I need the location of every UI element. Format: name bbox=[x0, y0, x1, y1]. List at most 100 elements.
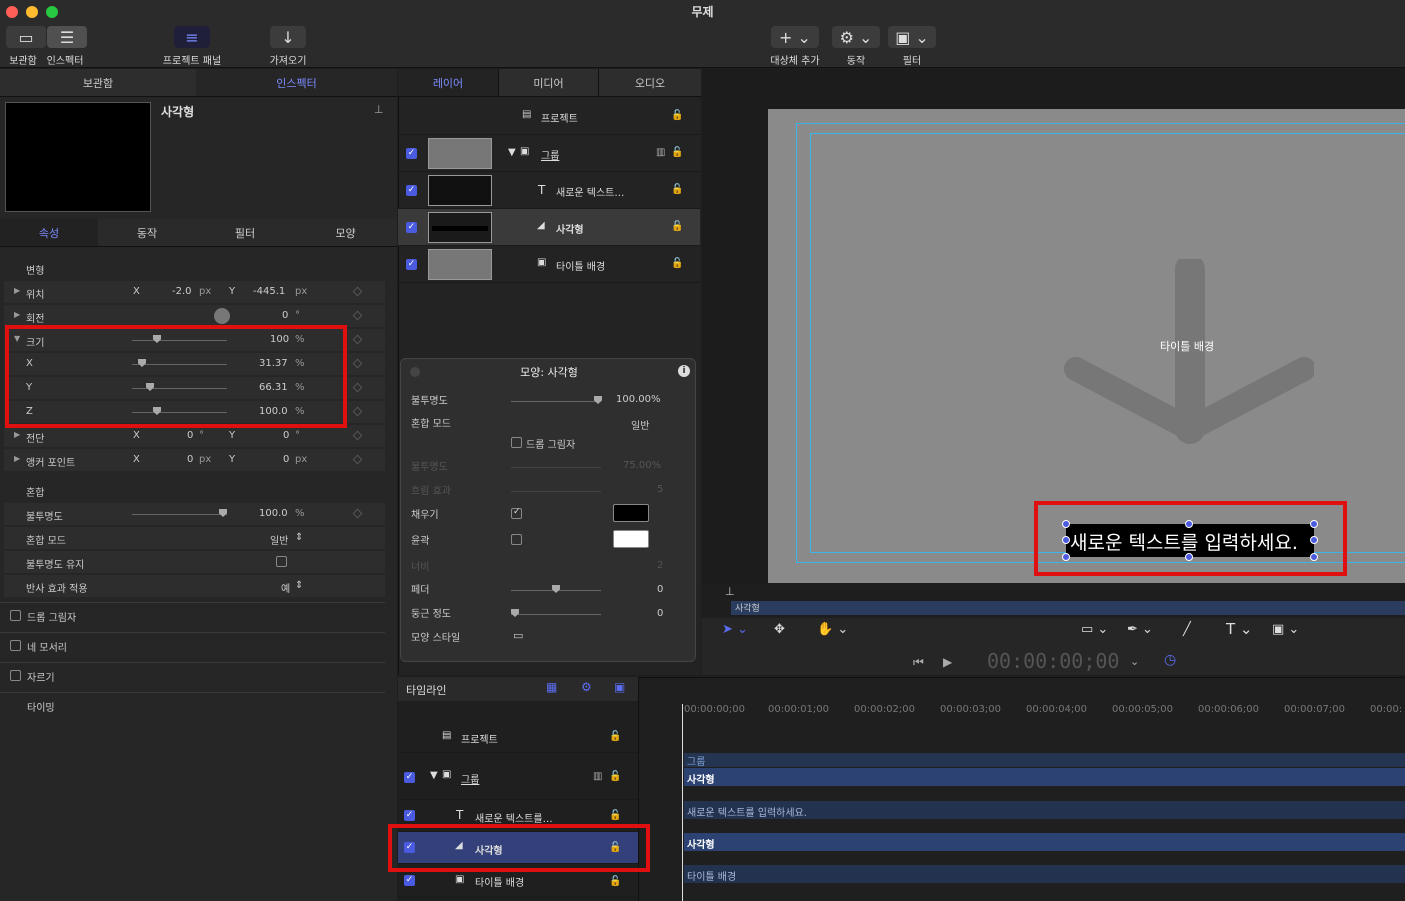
tab-filters[interactable]: 필터 bbox=[196, 219, 294, 246]
keyframe-icon[interactable] bbox=[352, 508, 363, 519]
mask-tool-icon[interactable]: ▣ ⌄ bbox=[1272, 622, 1299, 637]
crop-checkbox[interactable] bbox=[10, 670, 21, 681]
tab-layers[interactable]: 레이어 bbox=[398, 69, 498, 96]
hud-feather-thumb[interactable] bbox=[552, 585, 560, 593]
timeline-title-bg-checkbox[interactable]: ✓ bbox=[404, 875, 415, 886]
track-shape-bar[interactable]: 사각형 bbox=[684, 768, 1405, 786]
text-tool-icon[interactable]: T ⌄ bbox=[1226, 620, 1253, 638]
anchor-y-value[interactable]: 0 bbox=[283, 454, 289, 465]
lock-icon[interactable]: 🔓 bbox=[671, 184, 683, 195]
preserve-opacity-checkbox[interactable] bbox=[276, 556, 287, 567]
disclosure-icon[interactable]: ▼ bbox=[430, 770, 438, 781]
inspector-toggle-button[interactable]: ☰ bbox=[47, 26, 87, 48]
layer-shape[interactable]: ✓ ◢ 사각형 🔓 bbox=[398, 209, 700, 246]
hud-opacity-slider[interactable] bbox=[511, 401, 601, 402]
track-group-bar[interactable]: 그룹 bbox=[684, 753, 1405, 768]
playhead-icon[interactable]: ⊥ bbox=[725, 585, 735, 598]
hud-feather-value[interactable]: 0 bbox=[657, 584, 663, 595]
hand-tool-icon[interactable]: ✋ ⌄ bbox=[817, 622, 848, 637]
shear-y-value[interactable]: 0 bbox=[283, 430, 289, 441]
chevron-down-icon[interactable]: ⌄ bbox=[1130, 655, 1139, 668]
timeline-row-group[interactable]: ✓ ▼ ▣ 그룹 ▥ 🔓 bbox=[398, 760, 638, 800]
lock-icon[interactable]: 🔓 bbox=[671, 221, 683, 232]
rotation-value[interactable]: 0 bbox=[282, 310, 288, 321]
keyframe-icon[interactable] bbox=[352, 430, 363, 441]
keyframe-icon[interactable] bbox=[352, 286, 363, 297]
keyframe-icon[interactable] bbox=[352, 382, 363, 393]
lock-icon[interactable]: 🔓 bbox=[671, 258, 683, 269]
hud-shadow-opacity-slider[interactable] bbox=[511, 467, 601, 468]
track-text-bar[interactable]: 새로운 텍스트를 입력하세요. bbox=[684, 801, 1405, 819]
layer-text[interactable]: ✓ T 새로운 텍스트… 🔓 bbox=[398, 172, 700, 209]
shear-x-value[interactable]: 0 bbox=[187, 430, 193, 441]
tab-properties[interactable]: 속성 bbox=[0, 219, 98, 246]
hud-outline-swatch[interactable] bbox=[613, 530, 649, 548]
position-y-value[interactable]: -445.1 bbox=[253, 286, 285, 297]
disclosure-icon[interactable]: ▼ bbox=[508, 147, 516, 158]
tab-library[interactable]: 보관함 bbox=[0, 69, 196, 96]
go-to-start-icon[interactable]: ⏮ bbox=[913, 655, 924, 670]
disclosure-icon[interactable]: ▶ bbox=[14, 286, 20, 295]
layer-shape-checkbox[interactable]: ✓ bbox=[406, 222, 417, 233]
lock-icon[interactable]: 🔓 bbox=[609, 810, 621, 821]
tab-shape[interactable]: 모양 bbox=[294, 219, 397, 246]
hud-fill-swatch[interactable] bbox=[613, 504, 649, 522]
lock-icon[interactable]: 🔓 bbox=[609, 876, 621, 887]
playhead[interactable] bbox=[682, 704, 683, 901]
hud-fill-checkbox[interactable]: ✓ bbox=[511, 507, 522, 519]
behaviors-button[interactable]: ⚙ ⌄ bbox=[832, 26, 880, 48]
timeline-ruler[interactable]: 00:00:00;00 00:00:01;00 00:00:02;00 00:0… bbox=[639, 700, 1405, 722]
hud-blur-value[interactable]: 5 bbox=[657, 484, 663, 495]
hud-width-value[interactable]: 2 bbox=[657, 560, 663, 571]
reflection-select[interactable]: 예 bbox=[281, 580, 290, 595]
disclosure-icon[interactable]: ▶ bbox=[14, 454, 20, 463]
hud-opacity-thumb[interactable] bbox=[594, 396, 602, 404]
keyframe-icon[interactable] bbox=[352, 406, 363, 417]
pin-icon[interactable]: ⊥ bbox=[374, 103, 384, 116]
timeline-group-checkbox[interactable]: ✓ bbox=[404, 772, 415, 783]
hud-roundness-thumb[interactable] bbox=[511, 609, 519, 617]
lock-icon[interactable]: 🔓 bbox=[671, 110, 683, 121]
drop-shadow-checkbox[interactable] bbox=[10, 610, 21, 621]
keyframe-icon[interactable] bbox=[352, 358, 363, 369]
shape-tool-icon[interactable]: ▭ ⌄ bbox=[1081, 622, 1108, 637]
hud-blend-select[interactable]: 일반 bbox=[631, 417, 649, 432]
project-panel-button[interactable]: ≡ bbox=[174, 26, 210, 48]
layer-text-checkbox[interactable]: ✓ bbox=[406, 185, 417, 196]
hud-blur-slider[interactable] bbox=[511, 491, 601, 492]
library-toggle-button[interactable]: ▭ bbox=[6, 26, 46, 48]
hud-drop-shadow-checkbox[interactable] bbox=[511, 437, 522, 448]
opacity-value[interactable]: 100.0 bbox=[259, 508, 288, 519]
keyframe-icon[interactable] bbox=[352, 334, 363, 345]
play-icon[interactable]: ▶ bbox=[943, 655, 952, 669]
orbit-tool-icon[interactable]: ✥ bbox=[774, 622, 785, 637]
anchor-x-value[interactable]: 0 bbox=[187, 454, 193, 465]
shape-style-icon[interactable]: ▭ bbox=[513, 629, 523, 642]
lock-icon[interactable]: 🔓 bbox=[671, 147, 683, 158]
tab-media[interactable]: 미디어 bbox=[498, 69, 598, 96]
layer-title-bg-checkbox[interactable]: ✓ bbox=[406, 259, 417, 270]
track-shape-bar-2[interactable]: 사각형 bbox=[684, 833, 1405, 851]
timing-label[interactable]: 타이밍 bbox=[27, 699, 55, 714]
tab-audio[interactable]: 오디오 bbox=[598, 69, 701, 96]
layer-group[interactable]: ✓ ▼ ▣ 그룹 ▥ 🔓 bbox=[398, 135, 700, 172]
hud-roundness-value[interactable]: 0 bbox=[657, 608, 663, 619]
gear-icon[interactable]: ⚙ bbox=[581, 680, 592, 694]
clock-icon[interactable]: ◷ bbox=[1164, 652, 1176, 668]
blend-mode-select[interactable]: 일반 bbox=[270, 532, 288, 547]
keyframe-icon[interactable] bbox=[352, 310, 363, 321]
timeline-text-checkbox[interactable]: ✓ bbox=[404, 810, 415, 821]
disclosure-icon[interactable]: ▶ bbox=[14, 310, 20, 319]
disclosure-icon[interactable]: ▶ bbox=[14, 430, 20, 439]
info-icon[interactable]: i bbox=[678, 365, 690, 377]
layers-icon[interactable]: ▣ bbox=[614, 680, 625, 694]
tab-inspector[interactable]: 인스펙터 bbox=[196, 69, 397, 96]
filters-button[interactable]: ▣ ⌄ bbox=[888, 26, 936, 48]
hud-shadow-opacity-value[interactable]: 75.00% bbox=[623, 460, 661, 471]
bezier-tool-icon[interactable]: ✒ ⌄ bbox=[1127, 622, 1153, 637]
select-tool-icon[interactable]: ➤ ⌄ bbox=[722, 622, 748, 637]
checker-icon[interactable]: ▦ bbox=[546, 680, 557, 694]
add-object-button[interactable]: + ⌄ bbox=[771, 26, 819, 48]
opacity-slider[interactable] bbox=[132, 514, 227, 515]
layer-project[interactable]: ▤ 프로젝트 🔓 bbox=[398, 98, 700, 135]
